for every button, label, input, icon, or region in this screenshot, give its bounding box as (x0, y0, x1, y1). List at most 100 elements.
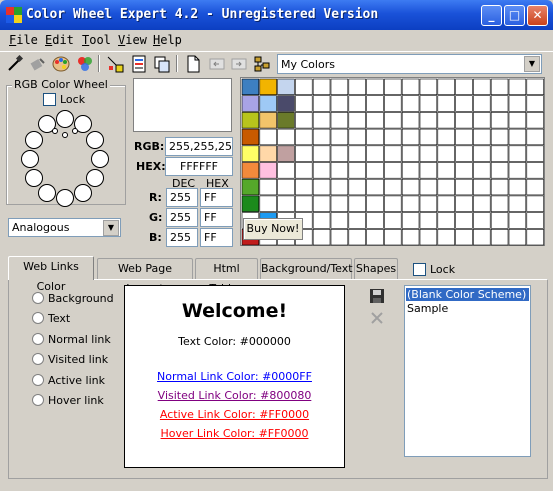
palette-cell[interactable] (366, 112, 384, 129)
palette-cell[interactable] (312, 178, 331, 196)
palette-cell[interactable] (419, 78, 438, 95)
palette-cell[interactable] (348, 212, 366, 229)
palette-cell[interactable] (330, 95, 349, 112)
tab-shapes[interactable]: Shapes (354, 258, 398, 280)
wheel-swatch[interactable] (91, 150, 109, 168)
wheel-swatch[interactable] (74, 184, 92, 202)
palette-cell[interactable] (419, 195, 438, 212)
palette-cell[interactable] (490, 112, 509, 129)
palette-cell[interactable] (455, 95, 473, 112)
palette-cell[interactable] (348, 145, 366, 162)
radio-visited-link[interactable] (32, 353, 44, 365)
palette-cell[interactable] (295, 95, 313, 112)
wheel-swatch[interactable] (25, 169, 43, 187)
palette-cell[interactable] (455, 162, 473, 179)
palette-cell[interactable] (241, 112, 260, 129)
palette-cell[interactable] (384, 178, 402, 196)
palette-cell[interactable] (295, 195, 313, 212)
wheel-swatch[interactable] (56, 189, 74, 207)
palette-cell[interactable] (526, 112, 544, 129)
palette-cell[interactable] (455, 145, 473, 162)
chevron-down-icon[interactable]: ▼ (103, 220, 119, 236)
minimize-button[interactable]: _ (481, 5, 502, 26)
palette-cell[interactable] (366, 212, 384, 229)
palette-cell[interactable] (526, 128, 544, 146)
palette-cell[interactable] (401, 95, 420, 112)
wheel-swatch[interactable] (86, 131, 104, 149)
palette-cell[interactable] (348, 128, 366, 146)
palette-cell[interactable] (401, 112, 420, 129)
palette-cell[interactable] (508, 95, 527, 112)
palette-cell[interactable] (366, 178, 384, 196)
palette-cell[interactable] (437, 128, 455, 146)
tab-html-tables[interactable]: Html Tables (195, 258, 258, 295)
eyedropper-icon[interactable] (6, 54, 24, 73)
palette-cell[interactable] (259, 178, 277, 196)
palette-cell[interactable] (526, 145, 544, 162)
palette-cell[interactable] (384, 212, 402, 229)
delete-icon[interactable] (369, 310, 385, 326)
palette-cell[interactable] (277, 128, 295, 146)
palette-cell[interactable] (490, 229, 509, 246)
palette-cell[interactable] (241, 162, 260, 179)
palette-cell[interactable] (277, 112, 295, 129)
wheel-swatch[interactable] (56, 110, 74, 128)
palette-cell[interactable] (455, 212, 473, 229)
palette-cell[interactable] (401, 212, 420, 229)
palette-cell[interactable] (277, 78, 295, 95)
palette-cell[interactable] (241, 78, 260, 95)
palette-cell[interactable] (419, 229, 438, 246)
radio-normal-link[interactable] (32, 333, 44, 345)
palette-cell[interactable] (437, 212, 455, 229)
radio-text[interactable] (32, 312, 44, 324)
palette-cell[interactable] (384, 195, 402, 212)
radio-hover-link[interactable] (32, 394, 44, 406)
palette-cell[interactable] (419, 212, 438, 229)
save-icon[interactable] (369, 288, 385, 304)
palette-cell[interactable] (490, 162, 509, 179)
palette-cell[interactable] (366, 95, 384, 112)
green-hex-input[interactable]: FF (200, 208, 233, 227)
paint-bucket-icon[interactable] (28, 55, 46, 73)
palette-cell[interactable] (277, 195, 295, 212)
palette-cell[interactable] (455, 112, 473, 129)
palette-cell[interactable] (312, 145, 331, 162)
red-hex-input[interactable]: FF (200, 188, 233, 207)
swatch-icon[interactable] (106, 55, 124, 73)
palette-cell[interactable] (437, 112, 455, 129)
palette-cell[interactable] (473, 195, 491, 212)
palette-cell[interactable] (348, 112, 366, 129)
palette-cell[interactable] (490, 195, 509, 212)
copy-icon[interactable] (153, 55, 171, 73)
palette-cell[interactable] (384, 78, 402, 95)
palette-cell[interactable] (312, 212, 331, 229)
palette-cell[interactable] (312, 78, 331, 95)
palette-cell[interactable] (455, 128, 473, 146)
palette-cell[interactable] (490, 78, 509, 95)
palette-cell[interactable] (348, 178, 366, 196)
palette-select[interactable]: My Colors ▼ (277, 54, 542, 74)
palette-cell[interactable] (473, 95, 491, 112)
palette-cell[interactable] (437, 178, 455, 196)
palette-cell[interactable] (330, 229, 349, 246)
palette-cell[interactable] (401, 78, 420, 95)
palette-cell[interactable] (473, 162, 491, 179)
wheel-marker[interactable] (52, 128, 58, 134)
palette-cell[interactable] (419, 112, 438, 129)
wheel-swatch[interactable] (25, 131, 43, 149)
palette-cell[interactable] (508, 78, 527, 95)
palette-cell[interactable] (473, 128, 491, 146)
palette-cell[interactable] (490, 128, 509, 146)
palette-cell[interactable] (348, 162, 366, 179)
scheme-select[interactable]: Analogous ▼ (8, 218, 121, 237)
palette-cell[interactable] (312, 128, 331, 146)
palette-cell[interactable] (526, 162, 544, 179)
palette-cell[interactable] (473, 112, 491, 129)
palette-cell[interactable] (366, 78, 384, 95)
palette-cell[interactable] (508, 229, 527, 246)
palette-cell[interactable] (401, 229, 420, 246)
palette-cell[interactable] (419, 178, 438, 196)
tab-web-links-color[interactable]: Web Links Color (8, 256, 94, 293)
menu-tool[interactable]: Tool (82, 33, 111, 47)
wheel-lock-checkbox[interactable] (43, 93, 56, 106)
